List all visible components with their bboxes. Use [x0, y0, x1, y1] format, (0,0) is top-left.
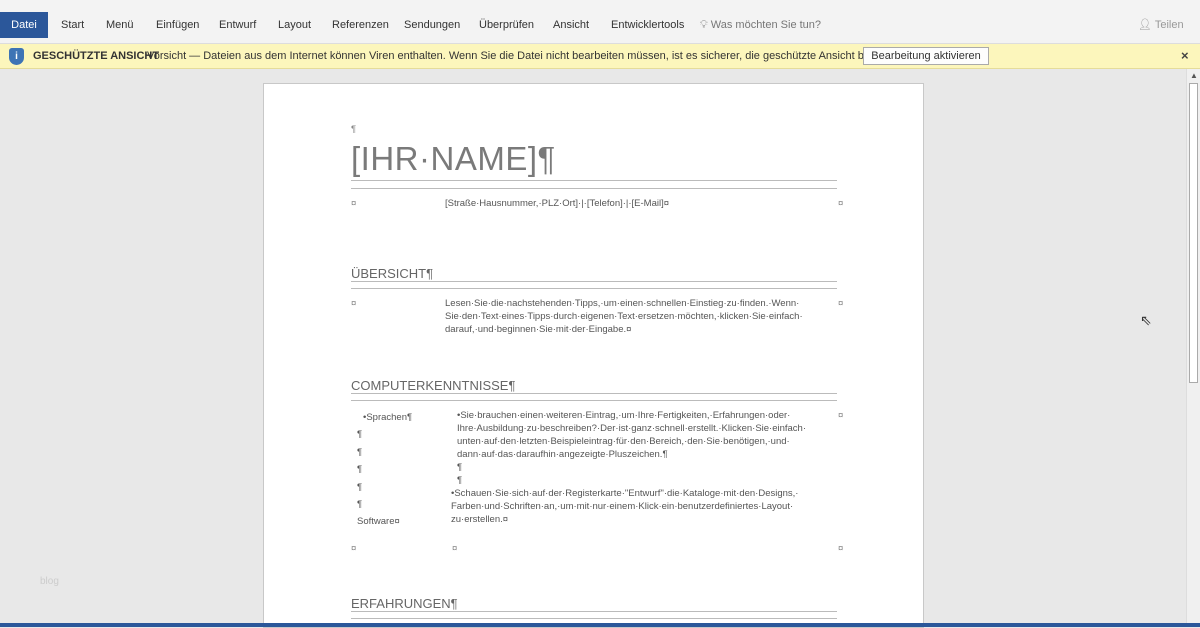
overview-text: Lesen·Sie·die·nachstehenden·Tipps,·um·ei…	[445, 297, 803, 336]
text-line: zu·erstellen.¤	[451, 514, 509, 525]
tab-layout[interactable]: Layout	[270, 12, 319, 38]
text-line: Farben·und·Schriften·an,·um·mit·nur·eine…	[451, 501, 794, 512]
text-line: ¶	[357, 429, 363, 441]
close-icon[interactable]: ×	[1181, 48, 1189, 63]
scrollbar-thumb[interactable]	[1189, 83, 1198, 383]
text-line: ¶	[357, 499, 363, 511]
tell-me-box[interactable]: 💡︎ Was möchten Sie tun?	[700, 12, 821, 38]
mouse-cursor-icon: ⇖	[1140, 312, 1152, 328]
divider	[351, 180, 837, 181]
text-line: Software¤	[357, 516, 400, 528]
protected-view-message: Vorsicht — Dateien aus dem Internet könn…	[147, 50, 930, 62]
person-icon: 👤︎	[1138, 19, 1152, 31]
status-bar-edge	[0, 623, 1200, 627]
pilcrow: ¶	[351, 124, 357, 135]
skills-right-column: •Sie·brauchen·einen·weiteren·Eintrag,·um…	[451, 409, 806, 526]
protected-view-title: GESCHÜTZTE ANSICHT	[33, 50, 160, 62]
name-title: [IHR·NAME]¶	[351, 140, 556, 177]
tab-sendungen[interactable]: Sendungen	[396, 12, 468, 38]
tab-ueberpruefen[interactable]: Überprüfen	[471, 12, 542, 38]
share-label: Teilen	[1154, 19, 1184, 31]
title-bar	[0, 0, 1200, 8]
watermark: blog	[40, 576, 59, 587]
cell-marker: ¤	[351, 298, 357, 309]
tab-menu[interactable]: Menü	[98, 12, 142, 38]
text-line: •Schauen·Sie·sich·auf·der·Registerkarte·…	[451, 488, 799, 499]
scroll-up-icon[interactable]: ▲	[1190, 71, 1198, 80]
ribbon-tabs: Datei Start Menü Einfügen Entwurf Layout…	[0, 8, 1200, 44]
experience-heading: ERFAHRUNGEN¶	[351, 596, 458, 611]
tab-einfuegen[interactable]: Einfügen	[148, 12, 207, 38]
protected-view-bar: i GESCHÜTZTE ANSICHT Vorsicht — Dateien …	[0, 44, 1200, 69]
document-page[interactable]: ¶ [IHR·NAME]¶ ¤ [Straße·Hausnummer,·PLZ·…	[263, 83, 924, 628]
text-line: •Sprachen¶	[363, 412, 413, 423]
divider	[351, 288, 837, 289]
divider	[351, 611, 837, 612]
divider	[351, 400, 837, 401]
tab-entwurf[interactable]: Entwurf	[211, 12, 264, 38]
cell-marker: ¤	[351, 543, 357, 554]
lightbulb-icon: 💡︎	[700, 19, 708, 31]
vertical-scrollbar[interactable]: ▲	[1186, 69, 1200, 623]
text-line: Lesen·Sie·die·nachstehenden·Tipps,·um·ei…	[445, 298, 800, 309]
tell-me-text: Was möchten Sie tun?	[710, 19, 822, 31]
divider	[351, 618, 837, 619]
contact-line: [Straße·Hausnummer,·PLZ·Ort]·|·[Telefon]…	[445, 198, 670, 209]
cell-marker: ¤	[838, 543, 844, 554]
text-line: darauf,·und·beginnen·Sie·mit·der·Eingabe…	[445, 324, 632, 335]
divider	[351, 281, 837, 282]
text-line: ¶	[357, 464, 363, 476]
text-line: dann·auf·das·daraufhin·angezeigte·Plusze…	[457, 449, 668, 460]
share-button[interactable]: 👤︎ Teilen	[1138, 12, 1184, 38]
cell-marker: ¤	[838, 410, 844, 421]
enable-editing-button[interactable]: Bearbeitung aktivieren	[863, 47, 989, 65]
shield-info-icon: i	[9, 48, 24, 65]
divider	[351, 393, 837, 394]
cell-marker: ¤	[838, 198, 844, 209]
text-line: ¶	[357, 446, 363, 458]
overview-heading: ÜBERSICHT¶	[351, 266, 434, 281]
text-line: ¶	[457, 462, 463, 473]
text-line: unten·auf·den·letzten·Beispieleintrag·fü…	[457, 436, 790, 447]
tab-ansicht[interactable]: Ansicht	[545, 12, 597, 38]
cell-marker: ¤	[351, 198, 357, 209]
tab-referenzen[interactable]: Referenzen	[324, 12, 397, 38]
skills-heading: COMPUTERKENNTNISSE¶	[351, 378, 516, 393]
tab-datei[interactable]: Datei	[0, 12, 48, 38]
divider	[351, 188, 837, 189]
skills-left-column: •Sprachen¶ ¶ ¶ ¶ ¶ ¶ Software¤	[357, 409, 412, 531]
text-line: Sie·den·Text·eines·Tipps·durch·eigenen·T…	[445, 311, 803, 322]
cell-marker: ¤	[452, 543, 458, 554]
text-line: ¶	[357, 481, 363, 493]
text-line: ¶	[457, 475, 463, 486]
cell-marker: ¤	[838, 298, 844, 309]
tab-start[interactable]: Start	[53, 12, 92, 38]
tab-entwicklertools[interactable]: Entwicklertools	[603, 12, 692, 38]
text-line: Ihre·Ausbildung·zu·beschreiben?·Der·ist·…	[457, 423, 807, 434]
text-line: •Sie·brauchen·einen·weiteren·Eintrag,·um…	[457, 410, 791, 421]
